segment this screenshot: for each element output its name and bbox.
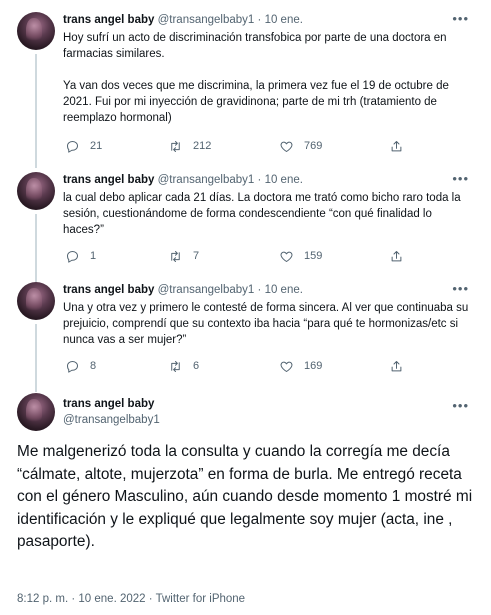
tweet-text: Hoy sufrí un acto de discriminación tran…	[63, 32, 449, 124]
reply-button[interactable]: 21	[65, 138, 102, 154]
avatar[interactable]	[17, 12, 55, 50]
retweet-button[interactable]: 7	[168, 248, 199, 264]
heart-icon	[280, 251, 293, 262]
author-handle[interactable]: @transangelbaby1	[158, 14, 255, 26]
retweet-count: 7	[193, 250, 200, 262]
tweet-date[interactable]: 10 ene. 2022	[78, 593, 145, 605]
share-button[interactable]	[389, 138, 404, 154]
share-icon	[391, 360, 402, 371]
tweet-time[interactable]: 8:12 p. m.	[17, 593, 68, 605]
tweet-2[interactable]: trans angel baby @transangelbaby1 · 10 e…	[0, 172, 491, 282]
retweet-button[interactable]: 6	[168, 358, 199, 374]
heart-icon	[280, 361, 293, 372]
reply-button[interactable]: 1	[65, 248, 96, 264]
reply-count: 21	[90, 140, 103, 152]
share-icon	[391, 250, 402, 261]
like-count: 169	[304, 360, 323, 372]
separator: ·	[71, 593, 76, 605]
avatar[interactable]	[17, 282, 55, 320]
tweet-date[interactable]: 10 ene.	[265, 174, 303, 186]
retweet-button[interactable]: 212	[168, 138, 211, 154]
share-button[interactable]	[389, 358, 404, 374]
tweet-date[interactable]: 10 ene.	[265, 284, 303, 296]
tweet-header: trans angel baby @transangelbaby1 · 10 e…	[63, 12, 303, 28]
separator: ·	[257, 174, 262, 186]
tweet-actions: 8 6 169	[63, 358, 423, 374]
tweet-actions: 21 212 769	[63, 138, 423, 154]
reply-icon	[67, 250, 78, 263]
retweet-count: 6	[193, 360, 200, 372]
tweet-text: la cual debo aplicar cada 21 días. La do…	[63, 192, 461, 236]
author-name[interactable]: trans angel baby	[63, 396, 154, 412]
separator: ·	[257, 14, 262, 26]
tweet-header: trans angel baby @transangelbaby1 · 10 e…	[63, 282, 303, 298]
heart-icon	[280, 141, 293, 152]
author-handle[interactable]: @transangelbaby1	[63, 412, 160, 428]
main-tweet: trans angel baby @transangelbaby1 ••• Me…	[0, 393, 491, 615]
tweet-date[interactable]: 10 ene.	[265, 14, 303, 26]
reply-count: 8	[90, 360, 97, 372]
author-handle[interactable]: @transangelbaby1	[158, 284, 255, 296]
like-button[interactable]: 159	[279, 248, 322, 264]
separator: ·	[257, 284, 262, 296]
more-horizontal-icon[interactable]: •••	[452, 172, 469, 186]
tweet-header: trans angel baby @transangelbaby1 · 10 e…	[63, 172, 303, 188]
reply-icon	[67, 360, 78, 373]
separator: ·	[148, 593, 153, 605]
thread-connector	[35, 54, 37, 168]
more-horizontal-icon[interactable]: •••	[452, 12, 469, 26]
share-icon	[391, 140, 402, 151]
author-name[interactable]: trans angel baby	[63, 174, 154, 186]
avatar[interactable]	[17, 393, 55, 431]
like-count: 769	[304, 140, 323, 152]
more-horizontal-icon[interactable]: •••	[452, 399, 469, 413]
author-name[interactable]: trans angel baby	[63, 284, 154, 296]
tweet-text: Una y otra vez y primero le contesté de …	[63, 302, 469, 346]
reply-icon	[67, 140, 78, 153]
more-horizontal-icon[interactable]: •••	[452, 282, 469, 296]
like-button[interactable]: 769	[279, 138, 322, 154]
retweet-count: 212	[193, 140, 212, 152]
reply-button[interactable]: 8	[65, 358, 96, 374]
reply-count: 1	[90, 250, 97, 262]
author-name[interactable]: trans angel baby	[63, 14, 154, 26]
tweet-actions: 1 7 159	[63, 248, 423, 264]
thread-connector	[35, 324, 37, 392]
like-button[interactable]: 169	[279, 358, 322, 374]
author-handle[interactable]: @transangelbaby1	[158, 174, 255, 186]
retweet-icon	[171, 250, 180, 262]
share-button[interactable]	[389, 248, 404, 264]
tweet-1[interactable]: trans angel baby @transangelbaby1 · 10 e…	[0, 12, 491, 168]
tweet-source[interactable]: Twitter for iPhone	[156, 593, 245, 605]
tweet-meta: 8:12 p. m. · 10 ene. 2022 · Twitter for …	[17, 592, 245, 606]
retweet-icon	[171, 360, 180, 372]
avatar[interactable]	[17, 172, 55, 210]
tweet-3[interactable]: trans angel baby @transangelbaby1 · 10 e…	[0, 282, 491, 392]
like-count: 159	[304, 250, 323, 262]
thread-connector	[35, 214, 37, 282]
retweet-icon	[171, 140, 180, 152]
tweet-text: Me malgenerizó toda la consulta y cuando…	[17, 443, 473, 550]
